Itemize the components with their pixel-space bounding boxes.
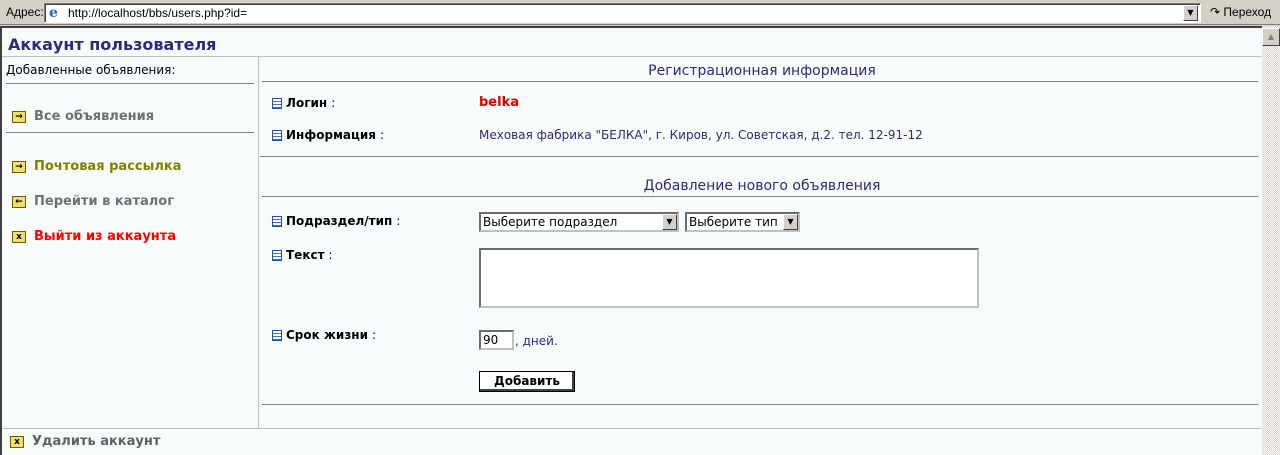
sidebar-item-label: Все объявления xyxy=(34,109,155,124)
page-content: Аккаунт пользователя Добавленные объявле… xyxy=(0,26,1262,455)
folder-arrow-right-icon: → xyxy=(12,110,26,123)
lifetime-value: 90 xyxy=(483,333,499,347)
login-label: Логин: xyxy=(272,96,335,110)
sidebar: Добавленные объявления: → Все объявления … xyxy=(2,57,259,429)
sidebar-item-mailing[interactable]: → Почтовая рассылка xyxy=(12,159,181,174)
section-select[interactable]: Выберите подраздел ▼ xyxy=(479,212,679,232)
sidebar-heading: Добавленные объявления: xyxy=(6,63,176,77)
folder-close-icon: x xyxy=(12,230,26,243)
registration-title: Регистрационная информация xyxy=(648,63,876,79)
text-label: Текст: xyxy=(272,248,333,262)
divider xyxy=(2,428,1262,429)
section-label: Подраздел/тип: xyxy=(272,214,400,228)
address-label: Адрес: xyxy=(6,5,44,19)
go-label: Переход xyxy=(1223,5,1272,19)
text-textarea[interactable] xyxy=(479,248,979,308)
list-icon xyxy=(272,129,282,141)
folder-close-icon: x xyxy=(10,435,24,448)
info-label: Информация: xyxy=(272,128,384,142)
sidebar-item-all-ads[interactable]: → Все объявления xyxy=(12,109,154,124)
divider xyxy=(262,404,1258,405)
list-icon xyxy=(272,97,282,109)
chevron-down-icon[interactable]: ▼ xyxy=(662,214,677,230)
add-button[interactable]: Добавить xyxy=(479,371,575,392)
list-icon xyxy=(272,215,282,227)
address-input[interactable]: e http://localhost/bbs/users.php?id= ▼ xyxy=(44,3,1201,23)
sidebar-item-label: Почтовая рассылка xyxy=(34,159,182,174)
go-arrow-icon: ↷ xyxy=(1210,5,1221,19)
type-select[interactable]: Выберите тип ▼ xyxy=(685,212,800,232)
scroll-up-arrow-icon[interactable]: ▲ xyxy=(1262,28,1280,46)
folder-arrow-right-icon: → xyxy=(12,160,26,173)
sidebar-item-label: Выйти из аккаунта xyxy=(34,229,177,244)
divider xyxy=(262,196,1258,197)
list-icon xyxy=(272,329,282,341)
login-value: belka xyxy=(479,95,519,110)
info-value: Меховая фабрика "БЕЛКА", г. Киров, ул. С… xyxy=(479,128,923,142)
divider xyxy=(6,132,254,133)
vertical-scrollbar[interactable]: ▲ xyxy=(1262,26,1280,455)
type-select-value: Выберите тип xyxy=(689,215,778,229)
sidebar-item-label: Перейти в каталог xyxy=(34,194,174,209)
ie-page-icon: e xyxy=(49,5,58,21)
new-ad-title: Добавление нового объявления xyxy=(643,178,881,194)
url-text: http://localhost/bbs/users.php?id= xyxy=(68,6,248,20)
delete-account-label: Удалить аккаунт xyxy=(32,434,161,449)
page-title: Аккаунт пользователя xyxy=(8,35,217,54)
sidebar-item-logout[interactable]: x Выйти из аккаунта xyxy=(12,229,176,244)
divider xyxy=(260,156,1258,157)
go-button[interactable]: ↷ Переход xyxy=(1204,3,1278,23)
address-bar: Адрес: e http://localhost/bbs/users.php?… xyxy=(0,0,1280,25)
section-select-value: Выберите подраздел xyxy=(483,215,618,229)
divider xyxy=(262,81,1258,82)
list-icon xyxy=(272,249,282,261)
lifetime-unit: , дней. xyxy=(515,334,558,348)
folder-arrow-left-icon: ← xyxy=(12,195,26,208)
divider xyxy=(6,83,254,84)
sidebar-item-catalog[interactable]: ← Перейти в каталог xyxy=(12,194,174,209)
address-dropdown-icon[interactable]: ▼ xyxy=(1183,5,1198,21)
chevron-down-icon[interactable]: ▼ xyxy=(783,214,798,230)
lifetime-input[interactable]: 90 xyxy=(479,330,514,350)
delete-account-link[interactable]: x Удалить аккаунт xyxy=(10,434,160,449)
lifetime-label: Срок жизни: xyxy=(272,328,376,342)
